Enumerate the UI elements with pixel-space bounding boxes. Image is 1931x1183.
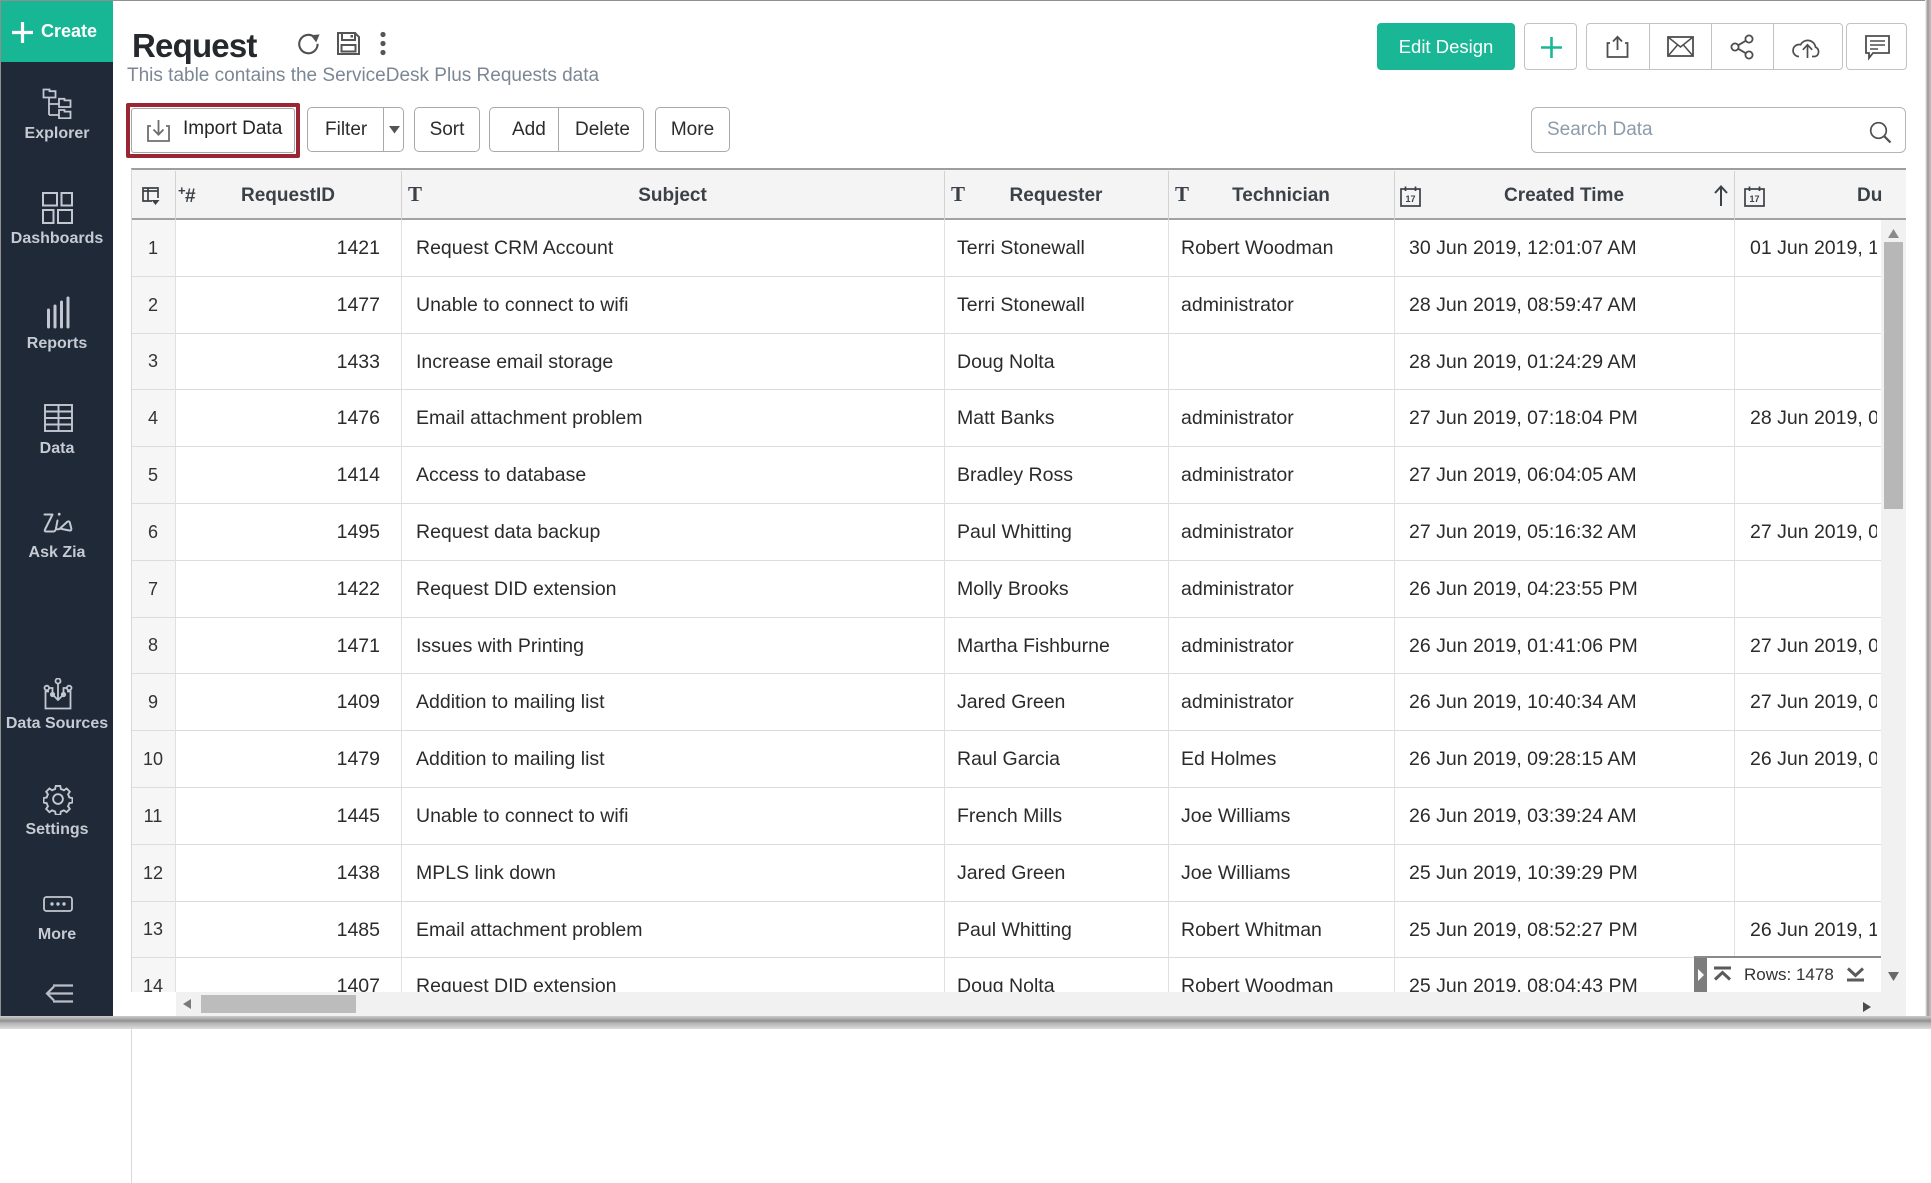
svg-text:17: 17 — [1749, 194, 1759, 204]
